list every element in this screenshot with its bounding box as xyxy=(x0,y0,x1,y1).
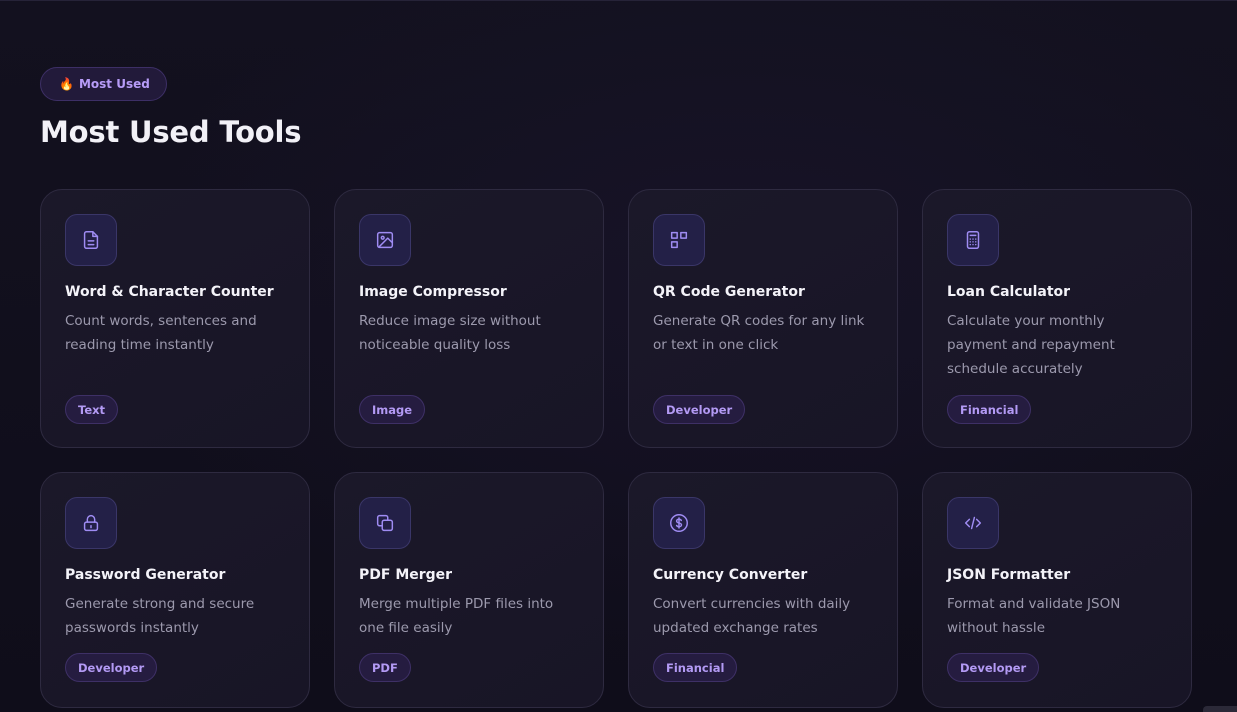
tool-title: Word & Character Counter xyxy=(65,284,274,300)
tool-card-json-formatter[interactable]: JSON Formatter Format and validate JSON … xyxy=(922,472,1192,708)
tool-description: Generate strong and secure passwords ins… xyxy=(65,596,255,636)
tool-tag[interactable]: Text xyxy=(65,395,119,424)
badge-label: Most Used xyxy=(78,77,150,91)
tool-title: Currency Converter xyxy=(653,567,808,583)
tool-title: JSON Formatter xyxy=(947,567,1071,583)
most-used-badge: 🔥 Most Used xyxy=(40,67,167,101)
tool-description: Reduce image size without noticeable qua… xyxy=(359,313,541,353)
tool-title: Image Compressor xyxy=(359,284,507,300)
tool-title: QR Code Generator xyxy=(653,284,805,300)
tool-description: Format and validate JSON without hassle xyxy=(947,596,1121,636)
dollar-circle-icon xyxy=(653,497,705,549)
tool-tag[interactable]: Developer xyxy=(947,653,1040,682)
tool-title: Loan Calculator xyxy=(947,284,1071,300)
tool-description: Calculate your monthly payment and repay… xyxy=(947,313,1115,377)
tool-title: PDF Merger xyxy=(359,567,453,583)
tool-tag[interactable]: Image xyxy=(359,395,426,424)
qr-code-icon xyxy=(653,214,705,266)
code-icon xyxy=(947,497,999,549)
tools-grid: Word & Character Counter Count words, se… xyxy=(40,189,1192,708)
fire-icon: 🔥 xyxy=(59,77,74,91)
tool-card-loan-calculator[interactable]: Loan Calculator Calculate your monthly p… xyxy=(922,189,1192,448)
tool-card-password-generator[interactable]: Password Generator Generate strong and s… xyxy=(40,472,310,708)
tool-tag[interactable]: PDF xyxy=(359,653,411,682)
tool-title: Password Generator xyxy=(65,567,226,583)
tool-tag[interactable]: Developer xyxy=(653,395,746,424)
copy-icon xyxy=(359,497,411,549)
document-icon xyxy=(65,214,117,266)
tool-description: Count words, sentences and reading time … xyxy=(65,313,257,353)
page: 🔥 Most Used Most Used Tools Word & Chara… xyxy=(0,0,1237,712)
tool-card-word-counter[interactable]: Word & Character Counter Count words, se… xyxy=(40,189,310,448)
tool-card-image-compressor[interactable]: Image Compressor Reduce image size witho… xyxy=(334,189,604,448)
tool-description: Generate QR codes for any link or text i… xyxy=(653,313,865,353)
scroll-indicator xyxy=(1203,706,1237,712)
tool-tag[interactable]: Developer xyxy=(65,653,158,682)
tool-card-qr-generator[interactable]: QR Code Generator Generate QR codes for … xyxy=(628,189,898,448)
tool-description: Convert currencies with daily updated ex… xyxy=(653,596,851,636)
tool-card-pdf-merger[interactable]: PDF Merger Merge multiple PDF files into… xyxy=(334,472,604,708)
tool-card-currency-converter[interactable]: Currency Converter Convert currencies wi… xyxy=(628,472,898,708)
calculator-icon xyxy=(947,214,999,266)
section-title: Most Used Tools xyxy=(40,115,302,149)
tool-tag[interactable]: Financial xyxy=(653,653,738,682)
tool-tag[interactable]: Financial xyxy=(947,395,1032,424)
image-icon xyxy=(359,214,411,266)
tool-description: Merge multiple PDF files into one file e… xyxy=(359,596,554,636)
lock-icon xyxy=(65,497,117,549)
